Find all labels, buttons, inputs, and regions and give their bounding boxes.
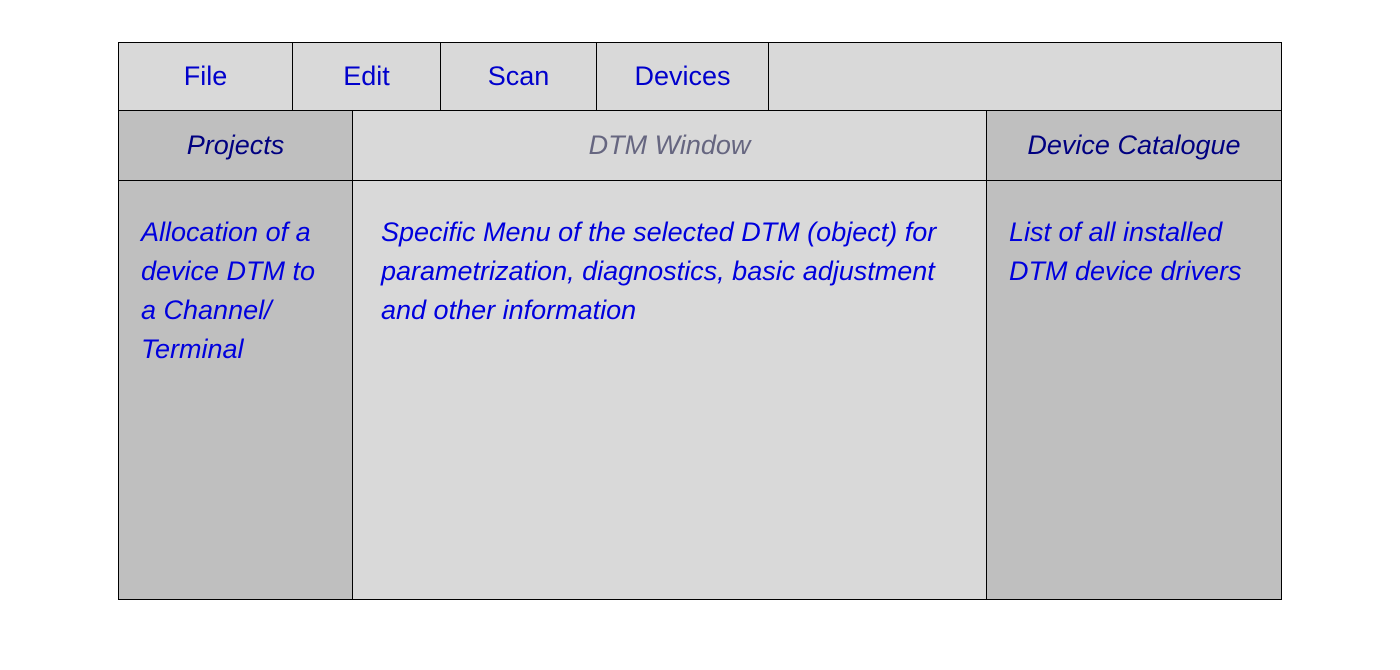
panel-body-projects: Allocation of a device DTM to a Channel/…	[119, 181, 353, 599]
panel-body-catalogue: List of all installed DTM device drivers	[987, 181, 1281, 599]
menu-file[interactable]: File	[119, 43, 293, 110]
menu-devices[interactable]: Devices	[597, 43, 769, 110]
menu-edit[interactable]: Edit	[293, 43, 441, 110]
panel-body-dtm-window: Specific Menu of the selected DTM (objec…	[353, 181, 987, 599]
menubar: File Edit Scan Devices	[119, 43, 1281, 111]
menu-empty	[769, 43, 1281, 110]
panel-header-catalogue: Device Catalogue	[987, 111, 1281, 180]
app-frame: File Edit Scan Devices Projects DTM Wind…	[118, 42, 1282, 600]
menu-scan[interactable]: Scan	[441, 43, 597, 110]
panel-headers: Projects DTM Window Device Catalogue	[119, 111, 1281, 181]
panel-header-dtm-window: DTM Window	[353, 111, 987, 180]
panel-bodies: Allocation of a device DTM to a Channel/…	[119, 181, 1281, 599]
panel-header-projects: Projects	[119, 111, 353, 180]
